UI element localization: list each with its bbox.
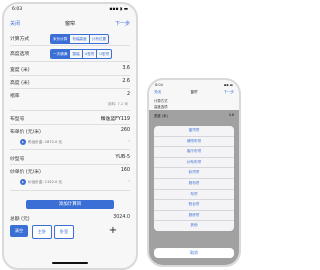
yarn-note-row[interactable]: 纱出价金: 1152.0 元 › (10, 178, 130, 186)
divider (10, 75, 130, 76)
add-calc-button[interactable]: 添加计算目 (26, 200, 114, 209)
divider (10, 61, 130, 62)
cloth-price-label: 布单价 (元/米) (10, 130, 41, 135)
height-option-label: 高度选项 (10, 52, 30, 57)
calc-mode-label: 计算方式 (154, 99, 168, 103)
yarn-note: 纱出价金: 1152.0 元 (28, 179, 63, 184)
play-icon (20, 139, 26, 145)
divider (10, 149, 130, 150)
sheet-option[interactable]: 厨布帘 (154, 179, 234, 190)
divider (10, 190, 130, 191)
width-value[interactable]: 3.6 (122, 66, 130, 71)
cloth-model-label: 布型号 (10, 117, 25, 122)
height-value[interactable]: 2.6 (122, 79, 130, 84)
height-option-0[interactable]: 一次铺满 (51, 50, 71, 58)
status-time: 6:03 (12, 7, 23, 12)
add-room-button[interactable]: + (104, 225, 122, 237)
room-secondary-button[interactable]: 卧室 (54, 225, 74, 239)
cloth-model-row[interactable]: 布型号 臻逸蓝FY119 (10, 113, 130, 123)
sheet-option[interactable]: 窗帘帘 (154, 126, 234, 137)
yarn-model-label: 纱型号 (10, 157, 25, 162)
height-label: 高度 (米) (10, 81, 30, 86)
yarn-model-row[interactable]: 纱型号 YUB-5 (10, 153, 130, 163)
calc-mode-segment: 米价计算 布幅高度 计布位置 (50, 34, 110, 44)
fold-value[interactable]: 2 (127, 92, 130, 97)
cancel-button[interactable]: 取消 (154, 248, 234, 258)
status-bar: 6:03 ▪▪▪ ◗ ▬ (12, 7, 128, 15)
height-option-row: 高度选项 (154, 104, 234, 109)
calc-mode-option-2[interactable]: 计布位置 (90, 35, 108, 43)
total-label: 总额 (元) (10, 217, 30, 222)
height-option-2[interactable]: U型帘 (83, 50, 98, 58)
height-option-label: 高度选项 (154, 105, 168, 109)
sheet-option[interactable]: 布帘 (154, 190, 234, 201)
height-option-1[interactable]: 整幅 (70, 50, 83, 58)
chevron-right-icon: › (128, 139, 130, 144)
clear-button[interactable]: 清空 (10, 225, 28, 237)
divider (10, 45, 130, 46)
cloth-note: 布出价金: 1872.0 元 (28, 139, 63, 144)
sheet-option[interactable]: 铺帘布帘 (154, 137, 234, 148)
sheet-option[interactable]: 客厅布帘 (154, 147, 234, 158)
status-icons: ▪▪▪ ◗ ▬ (109, 7, 128, 12)
height-option-segment: 一次铺满 整幅 U型帘 U型帘 (50, 49, 113, 59)
yarn-price-row[interactable]: 纱单价 (元/米) 160 (10, 166, 130, 176)
play-icon (20, 179, 26, 185)
cloth-note-row[interactable]: 布出价金: 1872.0 元 › (10, 138, 130, 146)
status-bar: 6:04 ▪▪ ▬ (155, 83, 233, 87)
height-option-3[interactable]: U型帘 (97, 50, 111, 58)
room-main-button[interactable]: 主卧 (32, 225, 52, 239)
divider (10, 124, 130, 125)
chevron-right-icon: › (128, 179, 130, 184)
sheet-option[interactable]: 厨房帘 (154, 211, 234, 222)
divider (10, 110, 130, 111)
status-time: 6:04 (155, 83, 163, 87)
nav-bar: 关闭 窗帘 下一步 (4, 17, 136, 29)
sheet-option[interactable]: 其他 (154, 221, 234, 231)
fold-row[interactable]: 褶率 2 (10, 90, 130, 100)
room-picker-sheet: 窗帘帘 铺帘布帘 客厅布帘 纱布布帘 卧帘帘 厨布帘 布帘 阳台帘 厨房帘 其他 (154, 126, 234, 231)
total-value: 3024.0 (113, 215, 130, 220)
total-row: 总额 (元) 3024.0 (10, 214, 130, 223)
home-indicator (52, 262, 88, 264)
calc-mode-option-1[interactable]: 布幅高度 (70, 35, 90, 43)
fold-note: 用料: 7.2 米 (108, 102, 128, 106)
fold-label: 褶率 (10, 94, 20, 99)
sheet-option[interactable]: 阳台帘 (154, 200, 234, 211)
phone-right: 6:04 ▪▪ ▬ 关闭 窗帘 下一步 计算方式 高度选项 宽度 (米) 3.6… (147, 78, 241, 267)
sheet-option[interactable]: 纱布布帘 (154, 158, 234, 169)
divider (10, 88, 130, 89)
sheet-option[interactable]: 卧帘帘 (154, 168, 234, 179)
next-button[interactable]: 下一步 (115, 20, 130, 27)
status-icons: ▪▪ ▬ (223, 83, 233, 87)
calc-mode-label: 计算方式 (10, 37, 30, 42)
next-button[interactable]: 下一步 (224, 90, 235, 95)
width-label: 宽度 (米) (10, 68, 30, 73)
calc-mode-option-0[interactable]: 米价计算 (51, 35, 71, 43)
calc-mode-row: 计算方式 (154, 98, 234, 103)
yarn-price-value[interactable]: 160 (121, 168, 130, 173)
phone-left: 6:03 ▪▪▪ ◗ ▬ 关闭 窗帘 下一步 计算方式 米价计算 布幅高度 计布… (2, 2, 138, 270)
width-row[interactable]: 宽度 (米) 3.6 (10, 64, 130, 74)
yarn-price-label: 纱单价 (元/米) (10, 170, 41, 175)
cloth-model-value[interactable]: 臻逸蓝FY119 (101, 115, 130, 122)
cloth-price-value[interactable]: 260 (121, 128, 130, 133)
height-row[interactable]: 高度 (米) 2.6 (10, 77, 130, 87)
yarn-model-value[interactable]: YUB-5 (115, 155, 130, 160)
divider (10, 164, 130, 165)
cloth-price-row[interactable]: 布单价 (元/米) 260 (10, 126, 130, 136)
